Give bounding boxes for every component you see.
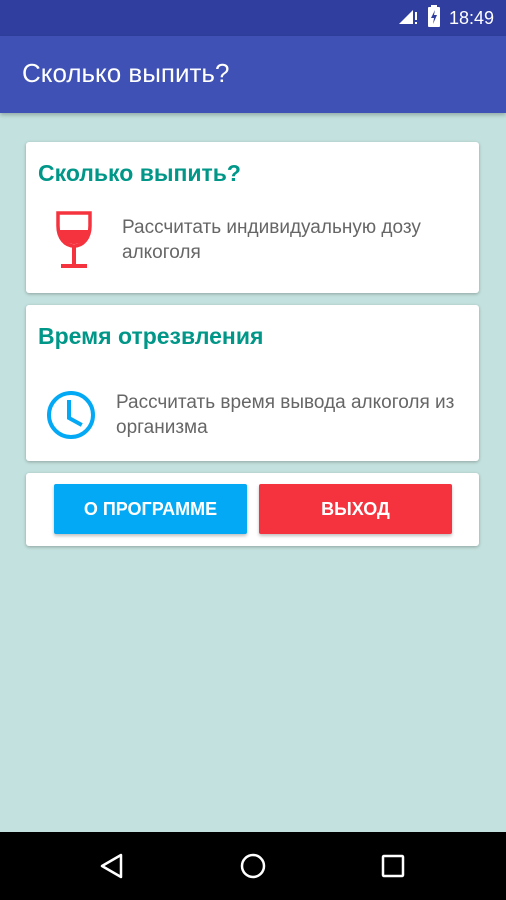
actions-card: О ПРОГРАММЕ ВЫХОД [26, 473, 479, 546]
sober-card[interactable]: Время отрезвления Рассчитать время вывод… [26, 305, 479, 461]
sober-card-description: Рассчитать время вывода алкоголя из орга… [116, 392, 455, 438]
recents-icon[interactable] [377, 850, 409, 882]
battery-charging-icon [427, 4, 441, 32]
clock-icon [26, 389, 116, 441]
status-time: 18:49 [448, 7, 494, 28]
status-bar: 18:49 [0, 0, 506, 36]
navigation-bar [0, 832, 506, 900]
about-button[interactable]: О ПРОГРАММЕ [54, 484, 247, 534]
wine-glass-icon [26, 210, 122, 270]
back-icon[interactable] [96, 850, 128, 882]
sober-card-title: Время отрезвления [38, 323, 264, 349]
home-icon[interactable] [237, 850, 269, 882]
exit-button[interactable]: ВЫХОД [259, 484, 452, 534]
dose-card[interactable]: Сколько выпить? Рассчитать индивидуальну… [26, 142, 479, 293]
status-icons: 18:49 [397, 0, 494, 36]
signal-alert-icon [397, 6, 419, 31]
sober-card-row[interactable]: Рассчитать время вывода алкоголя из орга… [26, 383, 479, 447]
dose-card-description: Рассчитать индивидуальную дозу алкоголя [122, 217, 421, 263]
dose-card-title: Сколько выпить? [38, 160, 241, 186]
app-bar: Сколько выпить? [0, 36, 506, 113]
app-title: Сколько выпить? [22, 58, 230, 88]
dose-card-row[interactable]: Рассчитать индивидуальную дозу алкоголя [26, 208, 479, 272]
